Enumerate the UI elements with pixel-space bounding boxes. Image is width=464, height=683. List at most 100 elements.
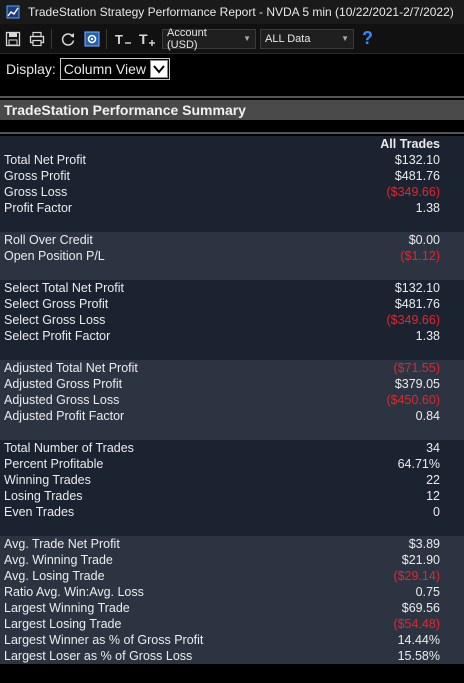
group-spacer	[0, 344, 464, 360]
table-row: Gross Profit $481.76	[0, 168, 464, 184]
metric-label: Winning Trades	[4, 473, 91, 487]
metric-value: $21.90	[401, 553, 440, 567]
metric-label: Select Gross Loss	[4, 313, 106, 327]
report-body: Total Net Profit $132.10 Gross Profit $481.…	[0, 152, 464, 664]
chevron-down-icon	[149, 60, 168, 78]
metric-value: $132.10	[394, 281, 440, 295]
metric-value: 0.75	[415, 585, 440, 599]
table-row: Avg. Losing Trade ($29.14)	[0, 568, 464, 584]
group-spacer	[0, 424, 464, 440]
settings-button[interactable]	[81, 28, 103, 50]
settings-icon	[84, 31, 100, 46]
table-row: Select Gross Loss ($349.66)	[0, 312, 464, 328]
group-spacer	[0, 216, 464, 232]
metric-value: 0	[433, 505, 440, 519]
window-title: TradeStation Strategy Performance Report…	[28, 5, 454, 19]
table-row: Open Position P/L ($1.12)	[0, 248, 464, 264]
metric-label: Profit Factor	[4, 201, 73, 215]
table-row: Largest Winning Trade $69.56	[0, 600, 464, 616]
metric-value: ($1.12)	[400, 249, 440, 263]
font-decrease-icon: T	[115, 32, 131, 47]
metric-value: 0.84	[415, 409, 440, 423]
table-row: Even Trades 0	[0, 504, 464, 520]
metric-value: 15.58%	[397, 649, 440, 663]
help-button[interactable]: ?	[362, 28, 373, 49]
toolbar-separator	[51, 28, 52, 49]
app-icon	[6, 5, 20, 19]
refresh-button[interactable]	[57, 28, 79, 50]
increase-font-button[interactable]: T	[136, 28, 158, 50]
metric-label: Largest Winning Trade	[4, 601, 130, 615]
metric-label: Open Position P/L	[4, 249, 105, 263]
display-view-select[interactable]: Column View	[59, 58, 170, 80]
account-dropdown[interactable]: Account (USD) ▼	[162, 27, 256, 51]
table-row: Losing Trades 12	[0, 488, 464, 504]
table-row: Roll Over Credit $0.00	[0, 232, 464, 248]
chevron-down-icon: ▼	[243, 34, 251, 43]
save-icon	[5, 31, 21, 46]
metric-label: Avg. Winning Trade	[4, 553, 113, 567]
metric-label: Adjusted Profit Factor	[4, 409, 125, 423]
table-row: Largest Winner as % of Gross Profit 14.44…	[0, 632, 464, 648]
metric-value: $132.10	[394, 153, 440, 167]
save-button[interactable]	[2, 28, 24, 50]
metric-label: Gross Profit	[4, 169, 70, 183]
metric-value: ($450.60)	[386, 393, 440, 407]
metric-label: Even Trades	[4, 505, 75, 519]
metric-label: Largest Winner as % of Gross Profit	[4, 633, 204, 647]
metric-value: ($349.66)	[386, 185, 440, 199]
metric-value: 22	[426, 473, 440, 487]
svg-text:T: T	[139, 31, 148, 47]
metric-label: Adjusted Gross Loss	[4, 393, 120, 407]
metric-label: Select Profit Factor	[4, 329, 111, 343]
metric-label: Avg. Trade Net Profit	[4, 537, 120, 551]
table-row: Largest Loser as % of Gross Loss 15.58%	[0, 648, 464, 664]
table-row: Select Gross Profit $481.76	[0, 296, 464, 312]
data-range-dropdown[interactable]: ALL Data ▼	[260, 28, 354, 49]
metric-value: ($54.48)	[393, 617, 440, 631]
metric-label: Total Number of Trades	[4, 441, 134, 455]
metric-label: Select Total Net Profit	[4, 281, 124, 295]
table-row: Total Net Profit $132.10	[0, 152, 464, 168]
metric-value: 14.44%	[397, 633, 440, 647]
chevron-down-icon: ▼	[341, 34, 349, 43]
table-row: Ratio Avg. Win:Avg. Loss 0.75	[0, 584, 464, 600]
metric-value: 12	[426, 489, 440, 503]
print-button[interactable]	[26, 28, 48, 50]
group-spacer	[0, 520, 464, 536]
divider	[0, 132, 464, 134]
divider	[0, 96, 464, 98]
group-spacer	[0, 264, 464, 280]
table-row: Select Profit Factor 1.38	[0, 328, 464, 344]
metric-label: Total Net Profit	[4, 153, 86, 167]
display-bar: Display: Column View	[0, 54, 464, 84]
section-title: TradeStation Performance Summary	[0, 100, 464, 120]
font-increase-icon: T	[139, 31, 155, 47]
metric-value: $69.56	[401, 601, 440, 615]
table-row: Adjusted Total Net Profit ($71.55)	[0, 360, 464, 376]
performance-report: All Trades Total Net Profit $132.10 Gross …	[0, 136, 464, 664]
table-row: Select Total Net Profit $132.10	[0, 280, 464, 296]
table-row: Winning Trades 22	[0, 472, 464, 488]
data-range-dropdown-value: ALL Data	[265, 32, 311, 45]
metric-label: Ratio Avg. Win:Avg. Loss	[4, 585, 144, 599]
display-label: Display:	[6, 61, 56, 77]
toolbar-separator	[106, 28, 107, 49]
table-row: Largest Losing Trade ($54.48)	[0, 616, 464, 632]
metric-label: Select Gross Profit	[4, 297, 109, 311]
metric-value: $0.00	[408, 233, 440, 247]
metric-value: $481.76	[394, 169, 440, 183]
metric-value: $3.89	[408, 537, 440, 551]
table-row: Percent Profitable 64.71%	[0, 456, 464, 472]
table-row: Total Number of Trades 34	[0, 440, 464, 456]
table-row: Adjusted Profit Factor 0.84	[0, 408, 464, 424]
table-row: Avg. Winning Trade $21.90	[0, 552, 464, 568]
metric-label: Largest Loser as % of Gross Loss	[4, 649, 193, 663]
metric-value: ($71.55)	[393, 361, 440, 375]
metric-label: Avg. Losing Trade	[4, 569, 105, 583]
metric-value: 1.38	[415, 201, 440, 215]
metric-label: Adjusted Total Net Profit	[4, 361, 138, 375]
metric-value: 64.71%	[397, 457, 440, 471]
metric-label: Adjusted Gross Profit	[4, 377, 123, 391]
decrease-font-button[interactable]: T	[112, 28, 134, 50]
